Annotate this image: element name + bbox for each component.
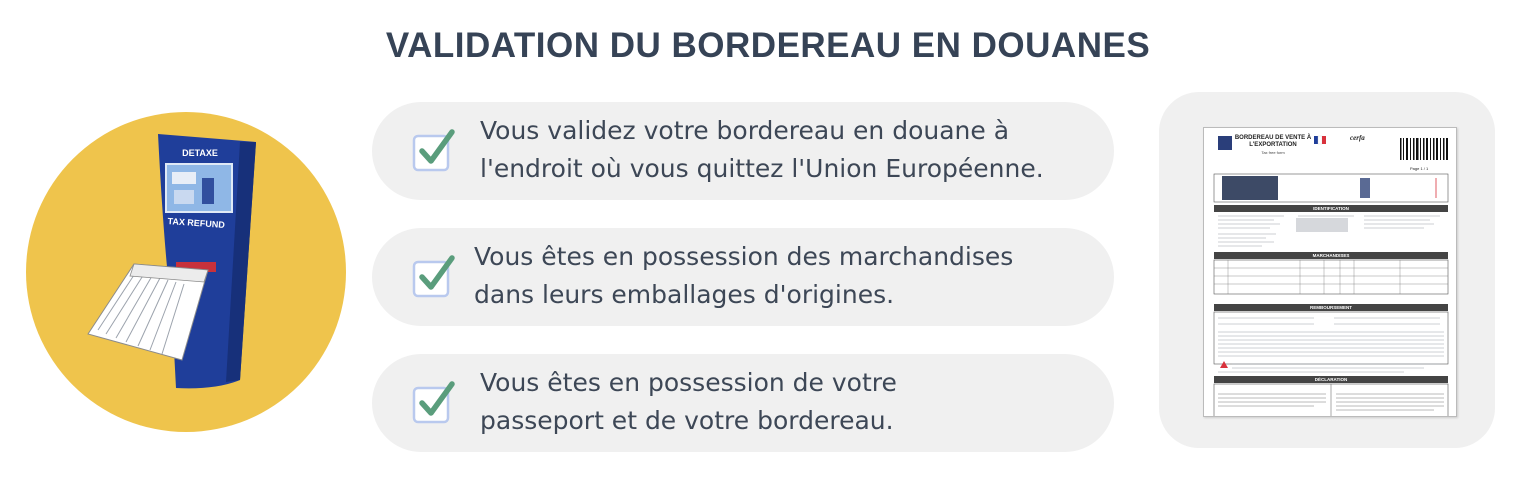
requirement-text: Vous êtes en possession de votre passepo…	[480, 368, 897, 435]
document-subtitle: Tax free form	[1261, 150, 1285, 155]
document-title: BORDEREAU DE VENTE À L'EXPORTATION	[1234, 135, 1312, 148]
kiosk-header-label: DETAXE	[182, 148, 218, 158]
checkbox-checked-icon	[410, 378, 458, 426]
requirement-item-goods-packaging: Vous êtes en possession des marchandises…	[372, 228, 1114, 326]
document-page-number: Page 1 / 1	[1410, 166, 1429, 171]
requirement-item-validate-customs: Vous validez votre bordereau en douane à…	[372, 102, 1114, 200]
requirement-text: Vous êtes en possession des marchandises…	[474, 242, 1014, 309]
tax-free-form-document: BORDEREAU DE VENTE À L'EXPORTATION Tax f…	[1203, 127, 1457, 417]
section-heading-marchandises: MARCHANDISES	[1214, 252, 1448, 259]
section-heading-identification: IDENTIFICATION	[1214, 205, 1448, 212]
page-title: VALIDATION DU BORDEREAU EN DOUANES	[385, 26, 1151, 65]
checkbox-checked-icon	[410, 252, 458, 300]
section-heading-remboursement: REMBOURSEMENT	[1214, 304, 1448, 311]
requirement-text: Vous validez votre bordereau en douane à…	[480, 116, 1044, 183]
cerfa-logo: cerfa	[1350, 134, 1365, 142]
checkbox-checked-icon	[410, 126, 458, 174]
requirement-item-passport-form: Vous êtes en possession de votre passepo…	[372, 354, 1114, 452]
detaxe-kiosk-illustration: DETAXE TAX REFUND	[26, 112, 346, 432]
section-heading-declaration: DÉCLARATION	[1214, 376, 1448, 383]
